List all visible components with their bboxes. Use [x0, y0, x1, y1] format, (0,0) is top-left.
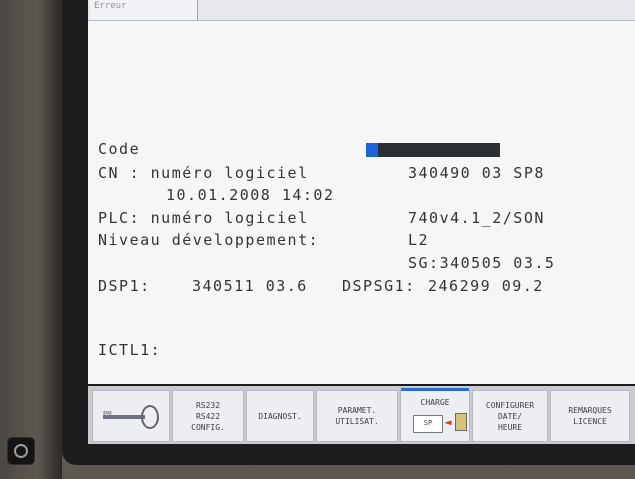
plc-software-label: PLC: numéro logiciel	[98, 209, 309, 227]
pm-gauge: PM	[103, 405, 163, 429]
arrow-left-icon: ◄	[444, 415, 452, 429]
development-level-label: Niveau développement:	[98, 231, 320, 249]
rs232-config-softkey[interactable]: RS232 RS422 CONFIG.	[172, 390, 244, 442]
left-bezel	[0, 0, 62, 479]
dsp1-value: 340511 03.6	[192, 277, 308, 295]
parametres-utilisateur-softkey[interactable]: PARAMET. UTILISAT.	[316, 390, 398, 442]
code-label: Code	[98, 140, 141, 158]
configurer-date-heure-softkey[interactable]: CONFIGURER DATE/ HEURE	[472, 390, 548, 442]
configurer-date-heure-label: CONFIGURER DATE/ HEURE	[485, 400, 535, 432]
charge-sp-box: SP	[413, 415, 443, 433]
remarques-licence-softkey[interactable]: REMARQUES LICENCE	[550, 390, 630, 442]
plc-software-value: 740v4.1_2/SON	[408, 209, 545, 227]
pm-gauge-bar	[103, 415, 145, 419]
sg-value: SG:340505 03.5	[408, 254, 556, 272]
diagnost-label: DIAGNOST.	[258, 411, 302, 421]
code-input-field[interactable]	[366, 143, 500, 157]
pm-softkey[interactable]: PM	[92, 390, 170, 442]
display-screen: Erreur Code CN : numéro logiciel 340490 …	[88, 0, 635, 384]
charge-label: CHARGE	[420, 398, 450, 407]
remarques-licence-label: REMARQUES LICENCE	[568, 406, 612, 426]
cn-software-label: CN : numéro logiciel	[98, 164, 309, 182]
diagnost-softkey[interactable]: DIAGNOST.	[246, 390, 314, 442]
cn-date-value: 10.01.2008 14:02	[166, 186, 335, 204]
tab-strip: Erreur	[88, 0, 635, 21]
cn-software-value: 340490 03 SP8	[408, 164, 545, 182]
parametres-utilisateur-label: PARAMET. UTILISAT.	[335, 406, 379, 426]
tab-erreur[interactable]: Erreur	[90, 0, 198, 20]
memory-chip-icon	[455, 413, 467, 431]
pm-gauge-ring-icon	[141, 405, 159, 429]
dsp1-label: DSP1:	[98, 277, 151, 295]
code-input-cursor	[366, 143, 378, 157]
development-level-value: L2	[408, 231, 430, 249]
dspsg1-value: 246299 09.2	[428, 277, 544, 295]
softkey-bar: PM RS232 RS422 CONFIG. DIAGNOST. PARAMET…	[88, 386, 635, 444]
charge-softkey[interactable]: CHARGE SP ◄	[400, 388, 470, 442]
ictl1-label: ICTL1:	[98, 341, 162, 359]
rs232-config-label: RS232 RS422 CONFIG.	[191, 400, 225, 432]
power-button[interactable]	[7, 437, 35, 465]
dspsg1-label: DSPSG1:	[342, 277, 416, 295]
power-icon	[14, 444, 28, 458]
